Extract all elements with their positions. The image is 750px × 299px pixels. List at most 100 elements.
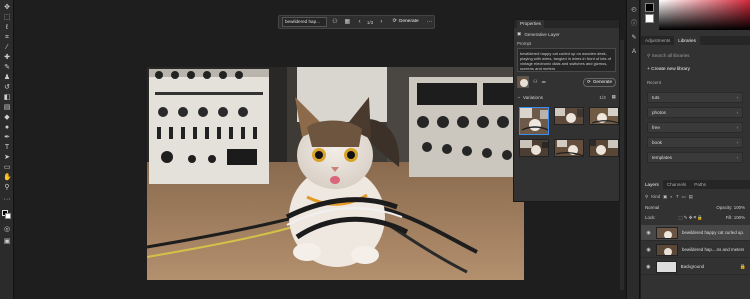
library-item[interactable]: free › xyxy=(647,122,743,133)
layers-tabbar: Layers Channels Paths xyxy=(641,180,750,189)
variation-thumbnail[interactable] xyxy=(589,107,619,125)
prompt-textarea[interactable]: bewildered happy cat curled up on wooden… xyxy=(517,48,616,72)
libraries-tabbar: Adjustments Libraries xyxy=(641,36,750,45)
tab-libraries[interactable]: Libraries xyxy=(674,36,700,45)
pen-tool-icon[interactable]: ✒ xyxy=(3,134,11,142)
more-tools-icon[interactable]: ··· xyxy=(3,196,11,204)
chevron-right-icon: › xyxy=(736,125,738,130)
background-color-chip[interactable] xyxy=(645,14,654,23)
visibility-eye-icon[interactable]: ◉ xyxy=(644,247,653,253)
tab-paths[interactable]: Paths xyxy=(690,180,710,189)
chevron-left-icon[interactable]: ‹ xyxy=(356,18,364,27)
taskbar-generate-button[interactable]: ⟳ Generate xyxy=(390,17,422,27)
layer-row[interactable]: ◉ bewildered happy cat curled up... xyxy=(641,225,750,241)
layer-name: bewildered hap....ns and meters xyxy=(682,247,744,252)
tab-channels[interactable]: Channels xyxy=(663,180,690,189)
filter-adjust-icon[interactable]: ◐ xyxy=(670,194,673,199)
filter-pixel-icon[interactable]: ▣ xyxy=(663,194,667,200)
visibility-eye-icon[interactable]: ◉ xyxy=(644,230,653,236)
create-library-button[interactable]: + Create new library xyxy=(647,67,690,72)
chevron-right-icon[interactable]: › xyxy=(377,18,385,27)
layer-type-label: Generative Layer xyxy=(524,31,560,37)
filter-kind-select[interactable]: Kind xyxy=(651,194,660,199)
blend-mode-select[interactable]: Normal xyxy=(645,205,659,210)
gradient-tool-icon[interactable]: ▤ xyxy=(3,104,11,112)
variation-counter: 1/3 xyxy=(366,19,374,25)
filter-shape-icon[interactable]: ▭ xyxy=(682,194,686,200)
tools-panel: ✥ ⬚ ℓ ⌗ ⁄ ✚ ✎ ♟ ↺ ◧ ▤ ◆ ● ✒ T ➤ ▭ ✋ ⚲ ··… xyxy=(0,0,14,299)
move-tool-icon[interactable]: ✥ xyxy=(3,4,11,12)
blur-tool-icon[interactable]: ◆ xyxy=(3,114,11,122)
reference-image-thumbnail[interactable] xyxy=(517,76,529,88)
more-options-icon[interactable]: ··· xyxy=(426,18,434,27)
healing-tool-icon[interactable]: ✚ xyxy=(3,54,11,62)
properties-header: Properties xyxy=(514,20,619,28)
info-icon[interactable]: ⓘ xyxy=(630,20,638,28)
variations-grid-icon[interactable]: ▦ xyxy=(343,18,351,27)
tab-adjustments[interactable]: Adjustments xyxy=(641,36,674,45)
tab-layers[interactable]: Layers xyxy=(641,180,663,189)
generate-icon: ⟳ xyxy=(392,19,397,24)
filter-smart-icon[interactable]: ▤ xyxy=(689,194,693,200)
fill-value: 100% xyxy=(733,215,745,220)
quick-mask-icon[interactable]: ◎ xyxy=(3,226,11,234)
filter-type-icon[interactable]: T xyxy=(676,194,679,199)
generate-button[interactable]: ⟳ Generate xyxy=(582,77,616,87)
taskbar-prompt-field[interactable]: bewildered hap... xyxy=(282,17,327,27)
library-item[interactable]: tuts › xyxy=(647,92,743,103)
layer-row[interactable]: ◉ bewildered hap....ns and meters xyxy=(641,242,750,258)
foreground-color-chip[interactable] xyxy=(645,3,654,12)
character-icon[interactable]: A xyxy=(630,48,638,56)
hand-tool-icon[interactable]: ✋ xyxy=(3,174,12,182)
marquee-tool-icon[interactable]: ⬚ xyxy=(3,14,11,22)
dodge-tool-icon[interactable]: ● xyxy=(3,124,11,132)
variation-thumbnail[interactable] xyxy=(589,139,619,157)
variation-thumbnail[interactable] xyxy=(554,107,584,125)
variations-header: ⌄ Variations 1/3 ▦ xyxy=(514,91,619,103)
tab-properties[interactable]: Properties xyxy=(517,20,544,28)
zoom-tool-icon[interactable]: ⚲ xyxy=(3,184,11,192)
variation-thumbnail[interactable] xyxy=(554,139,584,157)
variation-thumbnail[interactable] xyxy=(519,107,549,135)
history-brush-icon[interactable]: ↺ xyxy=(3,84,11,92)
layer-row[interactable]: ◉ Background 🔒 xyxy=(641,259,750,275)
library-item-label: tuts xyxy=(652,95,660,100)
history-icon[interactable]: ◴ xyxy=(630,6,638,14)
background-color-swatch[interactable] xyxy=(5,213,11,219)
chevron-right-icon: › xyxy=(736,95,738,100)
library-item[interactable]: book › xyxy=(647,137,743,148)
eyedropper-tool-icon[interactable]: ⁄ xyxy=(3,44,11,52)
eraser-tool-icon[interactable]: ◧ xyxy=(3,94,11,102)
visibility-eye-icon[interactable]: ◉ xyxy=(644,264,653,270)
variation-thumbnail[interactable] xyxy=(519,139,549,157)
document-image[interactable] xyxy=(147,67,524,280)
path-selection-icon[interactable]: ➤ xyxy=(3,154,11,162)
feedback-icon[interactable]: ⚇ xyxy=(533,79,537,85)
crop-tool-icon[interactable]: ⌗ xyxy=(3,34,11,42)
chevron-right-icon: › xyxy=(736,110,738,115)
library-item[interactable]: templates › xyxy=(647,152,743,163)
lock-icons[interactable]: ⬚ ✎ ✥ ⌗ 🔒 xyxy=(678,215,702,221)
type-tool-icon[interactable]: T xyxy=(3,144,11,152)
brush-tool-icon[interactable]: ✎ xyxy=(3,64,11,72)
grid-view-icon[interactable]: ▦ xyxy=(612,94,616,100)
chevron-down-icon[interactable]: ⌄ xyxy=(517,94,521,100)
fill-control[interactable]: Fill: 100% xyxy=(726,215,745,220)
color-picker-field[interactable] xyxy=(659,0,750,30)
library-item-label: photos xyxy=(652,110,666,115)
stamp-tool-icon[interactable]: ♟ xyxy=(3,74,11,82)
library-search-input[interactable]: ⚲ Search all libraries xyxy=(647,52,743,60)
library-item[interactable]: photos › xyxy=(647,107,743,118)
contextual-task-bar: bewildered hap... ⚇ ▦ ‹ 1/3 › ⟳ Generate… xyxy=(278,15,435,29)
panel-icon-strip: ◴ ⓘ ✎ A xyxy=(626,0,640,299)
settings-sliders-icon[interactable]: ⚌ xyxy=(541,79,545,85)
cat-photo xyxy=(147,67,524,280)
screen-mode-icon[interactable]: ▣ xyxy=(3,238,11,246)
library-item-label: free xyxy=(652,125,660,130)
properties-scrollbar[interactable] xyxy=(620,40,624,290)
opacity-control[interactable]: Opacity: 100% xyxy=(716,205,745,210)
feedback-icon[interactable]: ⚇ xyxy=(331,18,339,27)
lasso-tool-icon[interactable]: ℓ xyxy=(3,24,11,32)
brush-settings-icon[interactable]: ✎ xyxy=(630,34,638,42)
rectangle-tool-icon[interactable]: ▭ xyxy=(3,164,11,172)
